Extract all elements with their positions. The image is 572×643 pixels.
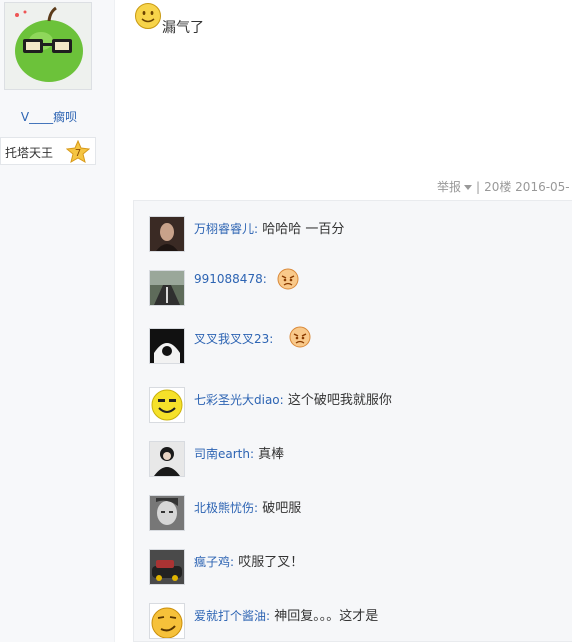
author-avatar[interactable]: [4, 2, 92, 90]
reply-avatar[interactable]: [149, 387, 185, 423]
smirk-avatar-icon: [150, 604, 184, 638]
reply-list: 万栩睿睿儿: 哈哈哈 一百分 991088478: 叉叉我叉叉23: 七彩圣光大…: [133, 200, 572, 642]
bw-face-icon: [150, 496, 184, 530]
reply-text: 这个破吧我就服你: [287, 393, 392, 408]
reply-avatar[interactable]: [149, 549, 185, 585]
reply-username[interactable]: 七彩圣光大diao:: [194, 393, 284, 407]
portrait-dark-icon: [150, 217, 184, 251]
reply-text: 神回复。。。这才是: [274, 609, 379, 624]
floor-number: 20楼: [484, 180, 512, 194]
reply-username[interactable]: 瘋子鸡:: [194, 555, 234, 569]
list-item: 司南earth: 真棒: [149, 441, 569, 481]
reply-avatar[interactable]: [149, 270, 185, 306]
list-item: 万栩睿睿儿: 哈哈哈 一百分: [149, 216, 569, 256]
chevron-down-icon: [464, 185, 473, 190]
list-item: 北极熊忧伤: 破吧服: [149, 495, 569, 535]
report-button[interactable]: 举报: [437, 180, 473, 194]
smiley-avatar-icon: [150, 388, 184, 422]
apple-glasses-icon: [5, 3, 91, 89]
reply-username[interactable]: 叉叉我叉叉23:: [194, 332, 273, 346]
list-item: 叉叉我叉叉23:: [149, 326, 569, 368]
reply-username[interactable]: 991088478:: [194, 272, 267, 286]
list-item: 991088478:: [149, 268, 569, 310]
road-photo-icon: [150, 271, 184, 305]
list-item: 爱就打个酱油: 神回复。。。这才是: [149, 603, 569, 643]
car-photo-icon: [150, 550, 184, 584]
post-meta: 举报 | 20楼 2016-05-: [437, 178, 570, 195]
author-sidebar: V____瘸呗 托塔天王 7: [0, 0, 115, 642]
reply-text: 哈哈哈 一百分: [262, 222, 345, 237]
author-username[interactable]: V____瘸呗: [0, 108, 98, 125]
level-star-icon: 7: [66, 140, 90, 164]
reply-username[interactable]: 司南earth:: [194, 447, 254, 461]
bw-figure-icon: [150, 329, 184, 363]
reply-text: 真棒: [258, 447, 285, 462]
angry-emoji-icon: [277, 268, 299, 290]
rank-level: 7: [75, 148, 81, 159]
reply-text: 破吧服: [262, 501, 302, 516]
reply-username[interactable]: 爱就打个酱油:: [194, 609, 270, 623]
reply-username[interactable]: 万栩睿睿儿:: [194, 222, 258, 236]
post-content: 漏气了: [162, 20, 204, 36]
reply-text: 哎服了叉！: [238, 555, 304, 570]
post-date: 2016-05-: [515, 180, 570, 194]
reply-avatar[interactable]: [149, 216, 185, 252]
reply-username[interactable]: 北极熊忧伤:: [194, 501, 258, 515]
reply-avatar[interactable]: [149, 441, 185, 477]
list-item: 瘋子鸡: 哎服了叉！: [149, 549, 569, 589]
reply-avatar[interactable]: [149, 603, 185, 639]
meta-separator: |: [476, 180, 481, 194]
reply-avatar[interactable]: [149, 328, 185, 364]
rank-title: 托塔天王: [5, 146, 54, 160]
reply-avatar[interactable]: [149, 495, 185, 531]
smile-emoji-icon: [135, 3, 161, 29]
person-black-icon: [150, 442, 184, 476]
list-item: 七彩圣光大diao: 这个破吧我就服你: [149, 387, 569, 427]
angry-emoji-icon: [289, 326, 311, 348]
rank-box[interactable]: 托塔天王 7: [0, 137, 96, 165]
